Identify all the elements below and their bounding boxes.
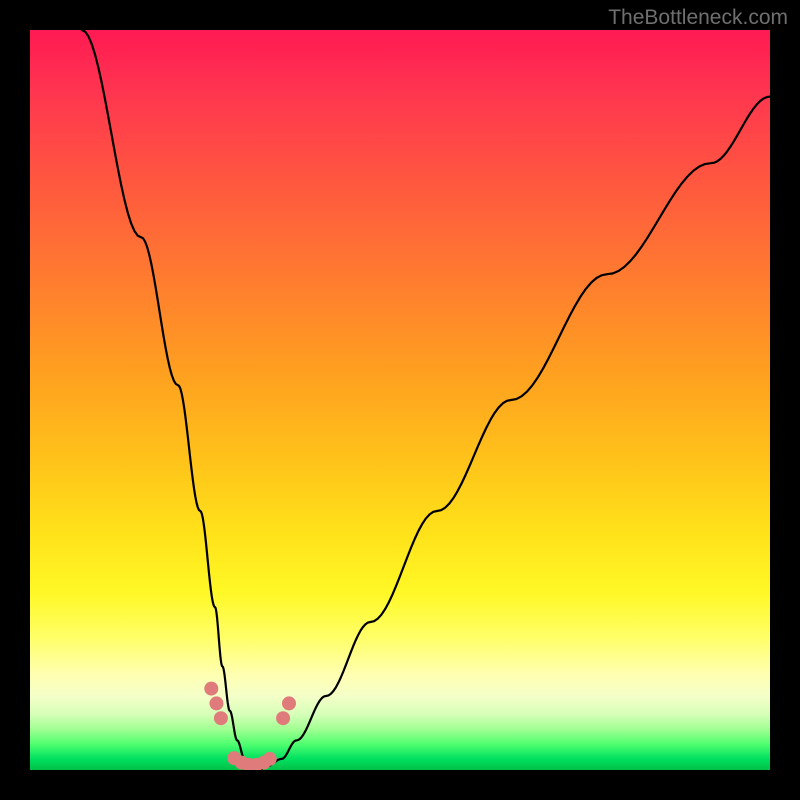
threshold-dot <box>282 696 296 710</box>
bottleneck-chart <box>30 30 770 770</box>
threshold-dot <box>209 696 223 710</box>
threshold-dot <box>276 711 290 725</box>
threshold-dot <box>204 682 218 696</box>
bottleneck-curve-line <box>82 30 770 770</box>
threshold-dot <box>214 711 228 725</box>
threshold-dot <box>263 752 277 766</box>
frame: TheBottleneck.com <box>0 0 800 800</box>
threshold-dots <box>204 682 296 770</box>
watermark-text: TheBottleneck.com <box>608 6 788 30</box>
plot-area <box>30 30 770 770</box>
